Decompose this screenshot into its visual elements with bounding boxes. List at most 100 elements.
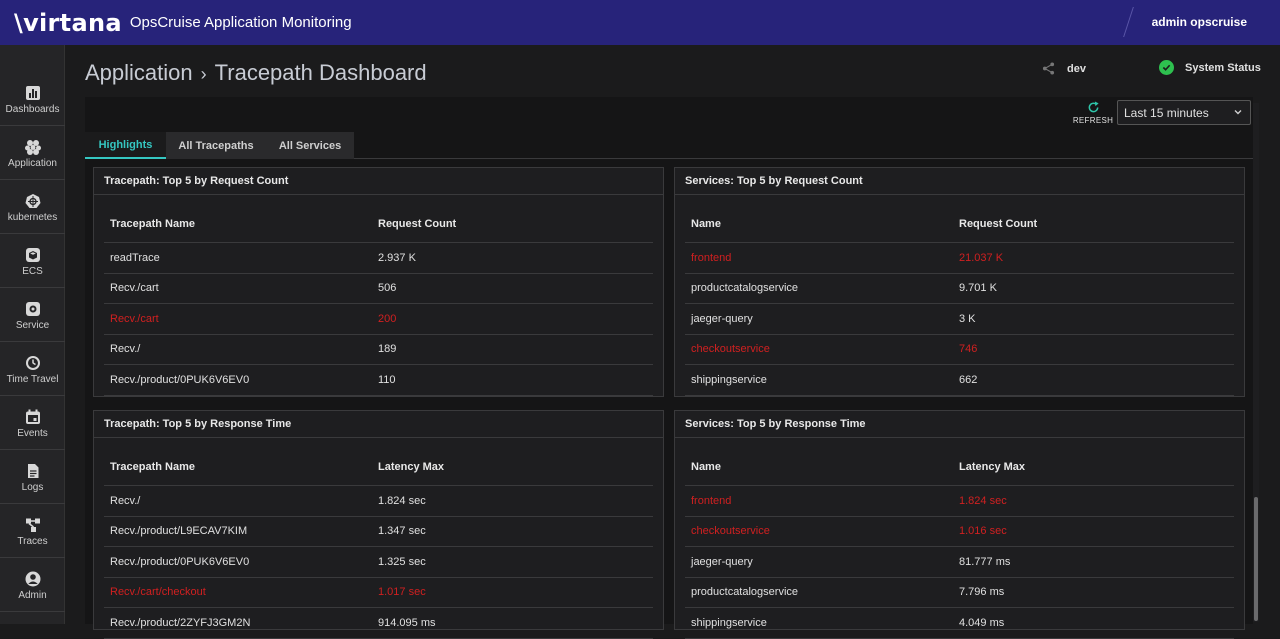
sidebar-item-logs[interactable]: Logs <box>0 450 65 504</box>
service-gear-icon <box>25 302 40 316</box>
table-row[interactable]: Recv./product/0PUK6V6EV0 110 <box>104 365 653 396</box>
table-row[interactable]: jaeger-query 3 K <box>685 304 1234 335</box>
time-range-select[interactable]: Last 15 minutes <box>1117 100 1251 125</box>
row-name: Recv./product/L9ECAV7KIM <box>110 525 248 538</box>
sidebar-item-label: Admin <box>18 590 47 601</box>
card-services-request-count: Services: Top 5 by Request Count Name Re… <box>674 167 1245 397</box>
sidebar-item-events[interactable]: Events <box>0 396 65 450</box>
sidebar-item-dashboards[interactable]: Dashboards <box>0 72 65 126</box>
column-header[interactable]: Tracepath Name <box>104 461 378 473</box>
tab-highlights[interactable]: Highlights <box>85 132 166 159</box>
breadcrumb-separator: › <box>200 64 207 84</box>
table-row[interactable]: Recv./product/2ZYFJ3GM2N 914.095 ms <box>104 608 653 639</box>
table-row[interactable]: productcatalogservice 9.701 K <box>685 274 1234 304</box>
sidebar-item-admin[interactable]: Admin <box>0 558 65 612</box>
sidebar-item-label: Service <box>15 320 50 331</box>
sidebar-item-service[interactable]: Service <box>0 288 65 342</box>
sidebar-item-label: Logs <box>21 482 44 493</box>
table-row[interactable]: readTrace 2.937 K <box>104 243 653 274</box>
row-name: Recv./product/0PUK6V6EV0 <box>110 555 250 568</box>
user-menu[interactable]: admin opscruise <box>1152 15 1247 29</box>
refresh-button[interactable]: REFRESH <box>1073 97 1113 129</box>
table-row[interactable]: shippingservice 4.049 ms <box>685 608 1234 639</box>
column-header[interactable]: Name <box>685 218 959 230</box>
breadcrumb-parent[interactable]: Application <box>85 60 193 85</box>
card-services-response-time: Services: Top 5 by Response Time Name La… <box>674 410 1245 639</box>
row-value: 110 <box>378 373 396 386</box>
header-divider <box>1123 7 1134 37</box>
sidebar-item-kubernetes[interactable]: kubernetes <box>0 180 65 234</box>
table-row[interactable]: Recv./ 189 <box>104 335 653 365</box>
table-header: Tracepath Name Request Count <box>104 205 653 243</box>
table-row[interactable]: frontend 21.037 K <box>685 243 1234 274</box>
sidebar-item-time-travel[interactable]: Time Travel <box>0 342 65 396</box>
row-name: productcatalogservice <box>691 282 799 295</box>
table-row[interactable]: jaeger-query 81.777 ms <box>685 547 1234 578</box>
column-header[interactable]: Tracepath Name <box>104 218 378 230</box>
table-row[interactable]: shippingservice 662 <box>685 365 1234 396</box>
virtana-logo[interactable]: \virtana <box>14 9 122 37</box>
bar-chart-icon <box>25 86 40 100</box>
row-name: productcatalogservice <box>691 586 799 599</box>
row-value: 1.017 sec <box>378 586 426 599</box>
environment-selector[interactable]: dev <box>1042 62 1086 75</box>
row-name: shippingservice <box>691 373 767 386</box>
table-row[interactable]: frontend 1.824 sec <box>685 486 1234 517</box>
row-value: 81.777 ms <box>959 555 1011 568</box>
sidebar-item-application[interactable]: Application <box>0 126 65 180</box>
table-row[interactable]: Recv./product/0PUK6V6EV0 1.325 sec <box>104 547 653 578</box>
row-name: frontend <box>691 251 732 264</box>
row-value: 1.347 sec <box>378 525 426 538</box>
box-icon <box>25 248 40 262</box>
row-value: 1.325 sec <box>378 555 426 568</box>
column-header[interactable]: Request Count <box>959 218 1234 230</box>
history-icon <box>25 356 40 370</box>
row-value: 1.016 sec <box>959 525 1007 538</box>
card-tracepath-response-time: Tracepath: Top 5 by Response Time Tracep… <box>93 410 664 639</box>
row-name: jaeger-query <box>691 312 753 325</box>
table-row[interactable]: Recv./cart 200 <box>104 304 653 335</box>
system-status[interactable]: System Status <box>1159 60 1261 75</box>
tab-all-services[interactable]: All Services <box>266 132 354 159</box>
row-name: checkoutservice <box>691 525 770 538</box>
row-value: 662 <box>959 373 978 386</box>
card-tracepath-request-count: Tracepath: Top 5 by Request Count Tracep… <box>93 167 664 397</box>
sidebar-item-ecs[interactable]: ECS <box>0 234 65 288</box>
row-name: Recv./ <box>110 343 141 356</box>
column-header[interactable]: Name <box>685 461 959 473</box>
column-header[interactable]: Latency Max <box>378 461 653 473</box>
table-row[interactable]: Recv./cart/checkout 1.017 sec <box>104 578 653 608</box>
table-header: Tracepath Name Latency Max <box>104 448 653 486</box>
tab-all-tracepaths[interactable]: All Tracepaths <box>166 132 266 159</box>
column-header[interactable]: Latency Max <box>959 461 1234 473</box>
tab-bar: Highlights All Tracepaths All Services <box>85 132 1253 159</box>
row-value: 914.095 ms <box>378 616 436 629</box>
table-row[interactable]: checkoutservice 746 <box>685 335 1234 365</box>
refresh-icon <box>1088 101 1099 113</box>
data-table: Name Latency Max frontend 1.824 sec check… <box>685 448 1234 639</box>
table-header: Name Request Count <box>685 205 1234 243</box>
row-value: 4.049 ms <box>959 616 1005 629</box>
top-bar: \virtana OpsCruise Application Monitorin… <box>0 0 1280 45</box>
table-row[interactable]: Recv./cart 506 <box>104 274 653 304</box>
row-name: Recv./cart/checkout <box>110 586 206 599</box>
table-row[interactable]: Recv./product/L9ECAV7KIM 1.347 sec <box>104 517 653 547</box>
sidebar: Dashboards Application kubernetes ECS Se… <box>0 45 65 624</box>
column-header[interactable]: Request Count <box>378 218 653 230</box>
row-name: readTrace <box>110 251 160 264</box>
environment-label: dev <box>1067 62 1086 75</box>
card-title: Tracepath: Top 5 by Response Time <box>94 411 663 438</box>
row-name: Recv./cart <box>110 312 159 325</box>
user-icon <box>25 571 40 587</box>
row-name: jaeger-query <box>691 555 753 568</box>
row-name: frontend <box>691 494 732 507</box>
row-value: 3 K <box>959 312 976 325</box>
table-row[interactable]: productcatalogservice 7.796 ms <box>685 578 1234 608</box>
calendar-icon <box>25 409 40 424</box>
sidebar-item-label: Traces <box>17 536 48 547</box>
table-row[interactable]: Recv./ 1.824 sec <box>104 486 653 517</box>
sidebar-item-traces[interactable]: Traces <box>0 504 65 558</box>
scrollbar-thumb[interactable] <box>1254 497 1258 621</box>
row-name: Recv./product/2ZYFJ3GM2N <box>110 616 251 629</box>
table-row[interactable]: checkoutservice 1.016 sec <box>685 517 1234 547</box>
